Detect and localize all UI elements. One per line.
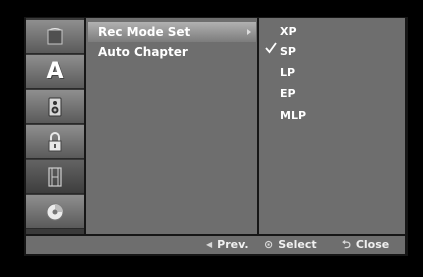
tab-disc[interactable] [26,195,84,229]
tab-lock[interactable] [26,125,84,159]
option-lp[interactable]: LP [280,63,295,83]
option-ep[interactable]: EP [280,84,296,104]
option-mlp[interactable]: MLP [280,106,306,126]
select-circle-icon: ⊙ [264,238,274,251]
option-sp[interactable]: SP [280,42,296,62]
select-hint[interactable]: ⊙ Select [264,236,317,254]
lock-icon [48,131,62,151]
tab-language[interactable]: A [26,55,84,89]
prev-hint[interactable]: ◀ Prev. [206,236,249,254]
menu-item-auto-chapter[interactable]: Auto Chapter [88,42,256,62]
menu-item-label: Auto Chapter [98,45,188,59]
disc-tray-icon [47,27,63,44]
menu-item-label: Rec Mode Set [98,25,191,39]
disc-icon [46,203,64,220]
chevron-right-icon [247,29,251,35]
close-label: Close [355,238,390,251]
bottom-hint-bar: ◀ Prev. ⊙ Select ⮌ Close [26,236,405,254]
tab-disc-tray[interactable] [26,20,84,54]
tab-audio[interactable] [26,90,84,124]
checkmark-icon [265,42,277,54]
return-icon: ⮌ [342,238,351,251]
language-a-icon: A [46,59,64,84]
select-label: Select [278,238,317,251]
prev-arrow-icon: ◀ [206,240,213,249]
close-hint[interactable]: ⮌ Close [342,236,389,254]
menu-item-rec-mode-set[interactable]: Rec Mode Set [88,22,256,42]
prev-label: Prev. [217,238,249,251]
film-icon [48,166,62,187]
option-xp[interactable]: XP [280,22,297,42]
tab-recording[interactable] [26,160,84,194]
speaker-icon [48,97,62,116]
